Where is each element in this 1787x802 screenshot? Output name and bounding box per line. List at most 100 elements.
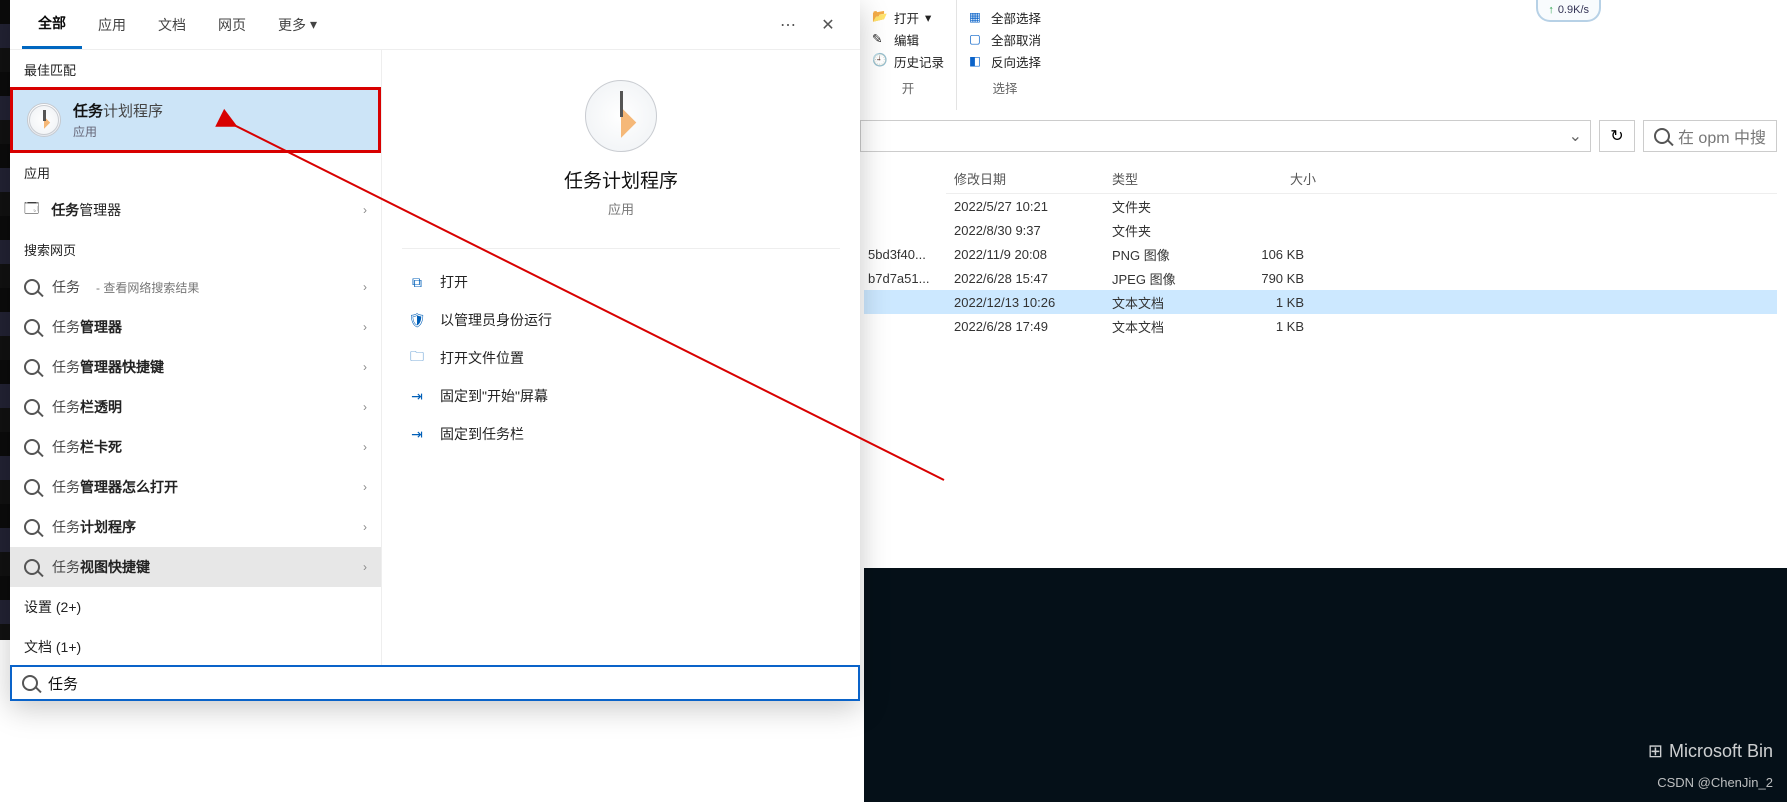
- chevron-right-icon: ›: [363, 203, 367, 217]
- action-pin-start[interactable]: ⇥固定到"开始"屏幕: [402, 377, 840, 415]
- search-icon: [24, 519, 40, 535]
- web-suggestion[interactable]: 任务- 查看网络搜索结果›: [10, 267, 381, 307]
- search-input[interactable]: [48, 675, 848, 692]
- ribbon-history[interactable]: 🕘历史记录: [872, 50, 944, 72]
- search-tabs: 全部 应用 文档 网页 更多▾ ⋯ ✕: [10, 0, 860, 50]
- explorer-address-bar: ⌄ ↻ 在 opm 中搜: [860, 118, 1777, 154]
- search-icon: [24, 479, 40, 495]
- search-icon: [24, 439, 40, 455]
- file-type: 文件夹: [1104, 197, 1234, 216]
- web-suggestion[interactable]: 任务栏卡死›: [10, 427, 381, 467]
- web-suggestion[interactable]: 任务计划程序›: [10, 507, 381, 547]
- section-best-match: 最佳匹配: [10, 50, 381, 87]
- search-icon: [24, 359, 40, 375]
- tab-more[interactable]: 更多▾: [262, 0, 333, 49]
- file-name: b7d7a51...: [864, 271, 946, 286]
- tab-all[interactable]: 全部: [22, 0, 82, 49]
- ribbon-open[interactable]: 📂打开 ▾: [872, 6, 944, 28]
- chevron-right-icon: ›: [363, 400, 367, 414]
- search-icon: [24, 559, 40, 575]
- more-options-button[interactable]: ⋯: [768, 15, 808, 35]
- edit-icon: ✎: [872, 31, 888, 47]
- file-size: 1 KB: [1234, 319, 1324, 334]
- file-row[interactable]: 2022/8/30 9:37文件夹: [864, 218, 1777, 242]
- ribbon-open-group-label: 开: [872, 72, 944, 97]
- file-size: 1 KB: [1234, 295, 1324, 310]
- search-input-box[interactable]: [10, 665, 860, 701]
- search-preview-pane: 任务计划程序 应用 ⧉打开 🛡以管理员身份运行 🗀打开文件位置 ⇥固定到"开始"…: [382, 50, 860, 700]
- folder-icon: 🗀: [408, 349, 426, 367]
- open-icon: 📂: [872, 9, 888, 25]
- chevron-right-icon: ›: [363, 280, 367, 294]
- action-open-location[interactable]: 🗀打开文件位置: [402, 339, 840, 377]
- col-header-date[interactable]: 修改日期: [946, 169, 1104, 188]
- file-type: 文件夹: [1104, 221, 1234, 240]
- windows-search-panel: 全部 应用 文档 网页 更多▾ ⋯ ✕ 最佳匹配 任务计划程序 应用 应用 🗔任…: [10, 0, 860, 700]
- file-row[interactable]: 5bd3f40...2022/11/9 20:08PNG 图像106 KB: [864, 242, 1777, 266]
- section-settings[interactable]: 设置 (2+): [10, 587, 381, 627]
- brand-watermark: ⊞ Microsoft Bin: [1648, 741, 1773, 762]
- chevron-down-icon: ⌄: [1569, 126, 1582, 146]
- web-suggestion[interactable]: 任务管理器怎么打开›: [10, 467, 381, 507]
- web-suggestion[interactable]: 任务栏透明›: [10, 387, 381, 427]
- file-type: 文本文档: [1104, 317, 1234, 336]
- file-row[interactable]: b7d7a51...2022/6/28 15:47JPEG 图像790 KB: [864, 266, 1777, 290]
- explorer-search-box[interactable]: 在 opm 中搜: [1643, 120, 1777, 152]
- file-row[interactable]: 2022/12/13 10:26文本文档1 KB: [864, 290, 1777, 314]
- web-suggestion[interactable]: 任务管理器›: [10, 307, 381, 347]
- file-date: 2022/5/27 10:21: [946, 199, 1104, 214]
- refresh-button[interactable]: ↻: [1599, 120, 1635, 152]
- search-icon: [22, 675, 38, 691]
- file-name: 5bd3f40...: [864, 247, 946, 262]
- address-input[interactable]: ⌄: [860, 120, 1591, 152]
- file-date: 2022/6/28 17:49: [946, 319, 1104, 334]
- invert-select-icon: ◧: [969, 53, 985, 69]
- ribbon-select-all[interactable]: ▦全部选择: [969, 6, 1041, 28]
- preview-title: 任务计划程序: [564, 166, 678, 193]
- file-row[interactable]: 2022/6/28 17:49文本文档1 KB: [864, 314, 1777, 338]
- app-task-manager[interactable]: 🗔任务管理器 ›: [10, 190, 381, 230]
- file-type: PNG 图像: [1104, 245, 1234, 264]
- file-size: 790 KB: [1234, 271, 1324, 286]
- tab-apps[interactable]: 应用: [82, 0, 142, 49]
- section-documents[interactable]: 文档 (1+): [10, 627, 381, 667]
- explorer-search-placeholder: 在 opm 中搜: [1678, 124, 1766, 148]
- close-button[interactable]: ✕: [808, 15, 848, 35]
- col-header-type[interactable]: 类型: [1104, 169, 1234, 188]
- file-date: 2022/11/9 20:08: [946, 247, 1104, 262]
- file-type: JPEG 图像: [1104, 269, 1234, 288]
- file-row[interactable]: 2022/5/27 10:21文件夹: [864, 194, 1777, 218]
- shield-icon: 🛡: [408, 311, 426, 329]
- file-list: 2022/5/27 10:21文件夹2022/8/30 9:37文件夹5bd3f…: [864, 194, 1777, 338]
- left-edge-strip: [0, 0, 10, 640]
- preview-subtitle: 应用: [608, 199, 634, 218]
- ribbon-select-group-label: 选择: [969, 72, 1041, 97]
- best-match-task-scheduler[interactable]: 任务计划程序 应用: [10, 87, 381, 153]
- chevron-down-icon: ▾: [310, 16, 317, 33]
- chevron-right-icon: ›: [363, 360, 367, 374]
- action-open[interactable]: ⧉打开: [402, 263, 840, 301]
- history-icon: 🕘: [872, 53, 888, 69]
- explorer-ribbon: 📂打开 ▾ ✎编辑 🕘历史记录 开 ▦全部选择 ▢全部取消 ◧反向选择 选择: [860, 0, 1053, 110]
- chevron-right-icon: ›: [363, 440, 367, 454]
- search-icon: [24, 399, 40, 415]
- pin-icon: ⇥: [408, 425, 426, 443]
- web-suggestion[interactable]: 任务管理器快捷键›: [10, 347, 381, 387]
- tab-web[interactable]: 网页: [202, 0, 262, 49]
- tab-docs[interactable]: 文档: [142, 0, 202, 49]
- desktop-wallpaper: [864, 568, 1787, 802]
- file-list-header: 修改日期 类型 大小: [946, 164, 1777, 194]
- ribbon-invert-select[interactable]: ◧反向选择: [969, 50, 1041, 72]
- web-suggestion[interactable]: 任务视图快捷键›: [10, 547, 381, 587]
- microsoft-logo-icon: ⊞: [1648, 741, 1663, 762]
- task-scheduler-icon: [27, 103, 61, 137]
- ribbon-edit[interactable]: ✎编辑: [872, 28, 944, 50]
- chevron-right-icon: ›: [363, 320, 367, 334]
- chevron-right-icon: ›: [363, 480, 367, 494]
- action-pin-taskbar[interactable]: ⇥固定到任务栏: [402, 415, 840, 453]
- ribbon-deselect-all[interactable]: ▢全部取消: [969, 28, 1041, 50]
- section-web: 搜索网页: [10, 230, 381, 267]
- col-header-size[interactable]: 大小: [1234, 169, 1324, 188]
- open-icon: ⧉: [408, 273, 426, 291]
- action-run-as-admin[interactable]: 🛡以管理员身份运行: [402, 301, 840, 339]
